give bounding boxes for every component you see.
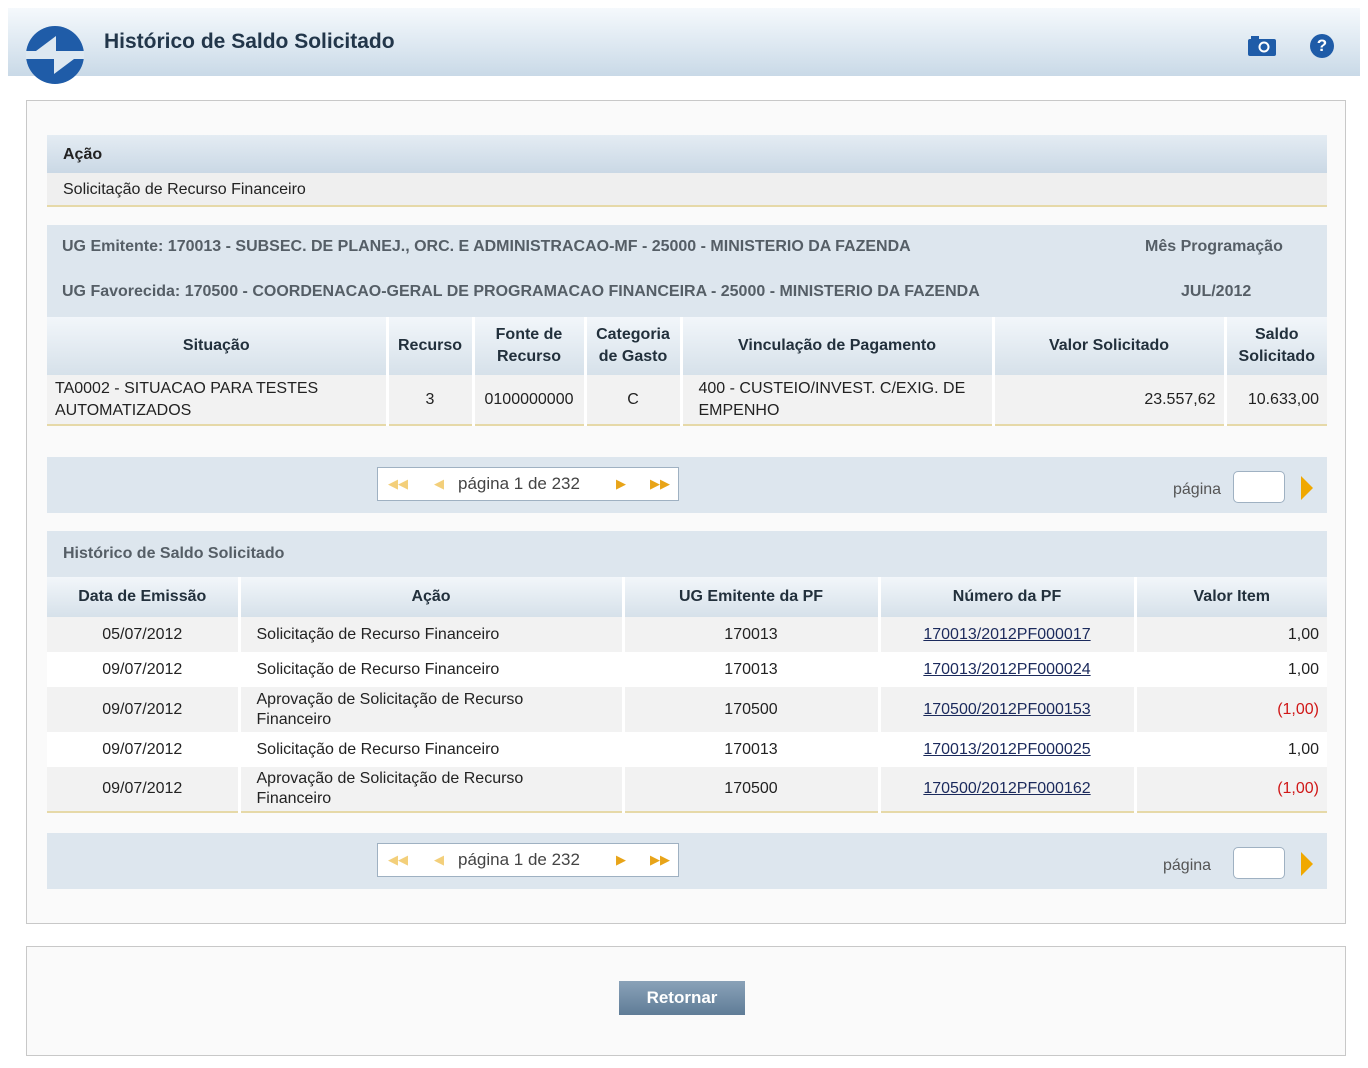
cell-ug: 170013: [623, 617, 881, 652]
return-button[interactable]: Retornar: [619, 981, 745, 1015]
col-recurso: Recurso: [387, 317, 475, 375]
cell-acao: Aprovação de Solicitação de Recurso Fina…: [239, 687, 625, 732]
history-header-row: Data de Emissão Ação UG Emitente da PF N…: [47, 577, 1327, 617]
cell-fonte: 0100000000: [473, 375, 587, 426]
main-panel: Ação Solicitação de Recurso Financeiro U…: [26, 100, 1346, 924]
last-page-icon[interactable]: ▶▶: [650, 476, 670, 492]
go-page-icon[interactable]: [1301, 852, 1313, 876]
cell-categoria: C: [585, 375, 683, 426]
summary-table: Situação Recurso Fonte de Recurso Catego…: [47, 317, 1327, 426]
next-page-icon[interactable]: ▶: [616, 852, 626, 868]
cell-data: 09/07/2012: [47, 687, 241, 732]
logo-icon: [26, 26, 84, 84]
table-row: 05/07/2012 Solicitação de Recurso Financ…: [47, 617, 1327, 652]
ug-info: UG Emitente: 170013 - SUBSEC. DE PLANEJ.…: [47, 225, 1327, 317]
prev-page-icon[interactable]: ◀: [434, 852, 444, 868]
next-page-icon[interactable]: ▶: [616, 476, 626, 492]
table-row: 09/07/2012 Solicitação de Recurso Financ…: [47, 732, 1327, 767]
pager-control: ◀◀ ◀ página 1 de 232 ▶ ▶▶: [377, 467, 679, 501]
cell-valor-solicitado: 23.557,62: [993, 375, 1227, 426]
cell-valor: 1,00: [1135, 617, 1327, 652]
camera-icon[interactable]: [1248, 36, 1276, 56]
ug-favorecida: UG Favorecida: 170500 - COORDENACAO-GERA…: [62, 283, 980, 300]
cell-acao: Aprovação de Solicitação de Recurso Fina…: [239, 767, 625, 813]
mes-programacao-value: JUL/2012: [1181, 283, 1252, 300]
prev-page-icon[interactable]: ◀: [434, 476, 444, 492]
page-input[interactable]: [1233, 471, 1285, 503]
col-numero-pf: Número da PF: [879, 577, 1137, 617]
pf-link[interactable]: 170500/2012PF000153: [923, 701, 1090, 718]
cell-ug: 170013: [623, 652, 881, 687]
col-acao: Ação: [239, 577, 625, 617]
acao-value: Solicitação de Recurso Financeiro: [47, 173, 1327, 207]
page-input[interactable]: [1233, 847, 1285, 879]
acao-label: Ação: [47, 135, 1327, 173]
cell-valor: (1,00): [1135, 767, 1327, 813]
table-row: 09/07/2012 Aprovação de Solicitação de R…: [47, 687, 1327, 732]
mes-programacao-label: Mês Programação: [1145, 238, 1283, 255]
table-row: 09/07/2012 Aprovação de Solicitação de R…: [47, 767, 1327, 813]
col-valor-solicitado: Valor Solicitado: [993, 317, 1227, 375]
history-table: Data de Emissão Ação UG Emitente da PF N…: [47, 577, 1327, 813]
cell-situacao: TA0002 - SITUACAO PARA TESTES AUTOMATIZA…: [47, 375, 389, 426]
pager-text: página 1 de 232: [458, 474, 580, 493]
go-page-icon[interactable]: [1301, 476, 1313, 500]
col-saldo-solicitado: Saldo Solicitado: [1225, 317, 1327, 375]
col-situacao: Situação: [47, 317, 389, 375]
cell-acao: Solicitação de Recurso Financeiro: [239, 732, 625, 767]
page-input-label: página: [1163, 857, 1212, 874]
cell-valor: (1,00): [1135, 687, 1327, 732]
cell-valor: 1,00: [1135, 652, 1327, 687]
pf-link[interactable]: 170500/2012PF000162: [923, 780, 1090, 797]
page-input-label: página: [1173, 481, 1222, 498]
cell-ug: 170500: [623, 767, 881, 813]
ug-emitente: UG Emitente: 170013 - SUBSEC. DE PLANEJ.…: [62, 238, 911, 255]
history-title: Histórico de Saldo Solicitado: [47, 531, 1327, 577]
last-page-icon[interactable]: ▶▶: [650, 852, 670, 868]
page-title: Histórico de Saldo Solicitado: [104, 30, 395, 53]
cell-ug: 170500: [623, 687, 881, 732]
help-icon[interactable]: ?: [1310, 34, 1334, 58]
cell-data: 09/07/2012: [47, 767, 241, 813]
cell-ug: 170013: [623, 732, 881, 767]
pf-link[interactable]: 170013/2012PF000024: [923, 661, 1090, 678]
summary-row: TA0002 - SITUACAO PARA TESTES AUTOMATIZA…: [47, 375, 1327, 426]
acao-section: Ação Solicitação de Recurso Financeiro: [47, 135, 1327, 207]
cell-acao: Solicitação de Recurso Financeiro: [239, 617, 625, 652]
first-page-icon[interactable]: ◀◀: [388, 476, 408, 492]
col-ug-emitente: UG Emitente da PF: [623, 577, 881, 617]
cell-data: 05/07/2012: [47, 617, 241, 652]
pager-control: ◀◀ ◀ página 1 de 232 ▶ ▶▶: [377, 843, 679, 877]
cell-saldo-solicitado: 10.633,00: [1225, 375, 1327, 426]
first-page-icon[interactable]: ◀◀: [388, 852, 408, 868]
col-vinculacao: Vinculação de Pagamento: [681, 317, 995, 375]
table-row: 09/07/2012 Solicitação de Recurso Financ…: [47, 652, 1327, 687]
header-bar: Histórico de Saldo Solicitado ?: [8, 8, 1360, 84]
col-fonte: Fonte de Recurso: [473, 317, 587, 375]
summary-header-row: Situação Recurso Fonte de Recurso Catego…: [47, 317, 1327, 375]
footer-panel: Retornar: [26, 946, 1346, 1056]
cell-data: 09/07/2012: [47, 652, 241, 687]
cell-recurso: 3: [387, 375, 475, 426]
cell-acao: Solicitação de Recurso Financeiro: [239, 652, 625, 687]
cell-vinculacao: 400 - CUSTEIO/INVEST. C/EXIG. DE EMPENHO: [681, 375, 995, 426]
col-valor-item: Valor Item: [1135, 577, 1327, 617]
cell-data: 09/07/2012: [47, 732, 241, 767]
pager-bottom: ◀◀ ◀ página 1 de 232 ▶ ▶▶ página: [47, 833, 1327, 889]
pf-link[interactable]: 170013/2012PF000017: [923, 626, 1090, 643]
col-data-emissao: Data de Emissão: [47, 577, 241, 617]
pager-top: ◀◀ ◀ página 1 de 232 ▶ ▶▶ página: [47, 457, 1327, 513]
pager-text: página 1 de 232: [458, 850, 580, 869]
pf-link[interactable]: 170013/2012PF000025: [923, 741, 1090, 758]
col-categoria: Categoria de Gasto: [585, 317, 683, 375]
cell-valor: 1,00: [1135, 732, 1327, 767]
